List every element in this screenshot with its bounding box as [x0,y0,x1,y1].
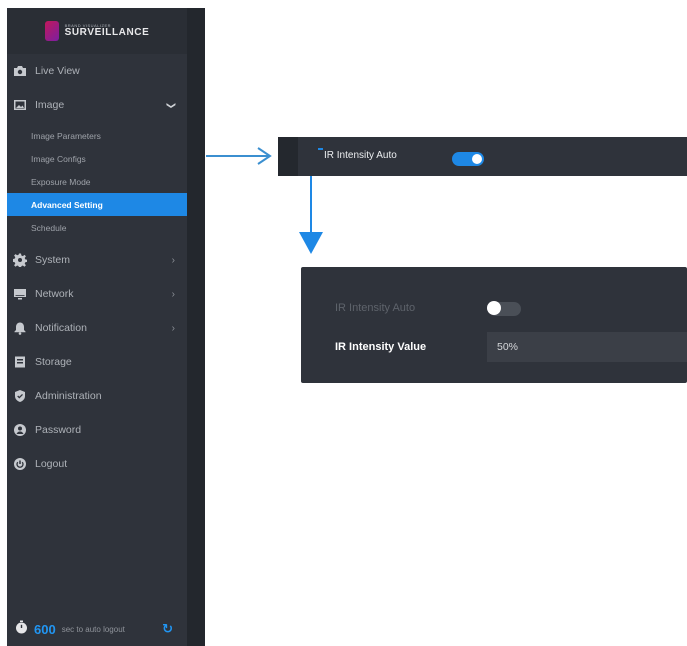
sidebar-item-label: Live View [35,65,80,77]
image-icon [13,98,27,112]
ir-settings-before-panel: IR Intensity Auto [278,137,687,176]
chevron-right-icon: › [171,288,175,300]
sidebar-item-password[interactable]: Password [7,413,187,447]
sidebar-item-label: Logout [35,458,68,470]
submenu-item-image-parameters[interactable]: Image Parameters [7,124,187,147]
power-icon [13,457,27,471]
refresh-icon[interactable]: ↻ [162,621,173,637]
ir-intensity-auto-label: IR Intensity Auto [318,148,397,161]
sidebar-item-label: Administration [35,390,102,402]
storage-icon [13,355,27,369]
bell-icon [13,321,27,335]
sidebar-item-system[interactable]: System › [7,243,187,277]
sidebar-item-notification[interactable]: Notification › [7,311,187,345]
submenu-item-image-configs[interactable]: Image Configs [7,147,187,170]
brand-text: BRAND VISUALIZER SURVEILLANCE [65,24,150,38]
user-icon [13,423,27,437]
brand-header: BRAND VISUALIZER SURVEILLANCE [7,8,187,54]
toggle-knob [487,301,501,315]
arrow-right-icon [206,147,272,165]
sidebar-item-administration[interactable]: Administration [7,379,187,413]
sidebar-item-label: Notification [35,322,87,334]
brand-logo-icon [44,21,59,41]
logout-countdown: 600 [34,621,56,637]
sidebar-item-logout[interactable]: Logout [7,447,187,481]
stopwatch-icon [15,620,28,639]
sidebar-menu: Live View Image ❯ Image Parameters Image… [7,54,187,481]
ir-intensity-auto-toggle[interactable] [452,152,484,166]
logout-countdown-label: sec to auto logout [61,624,125,634]
ir-intensity-auto-label: IR Intensity Auto [335,302,416,314]
sidebar-item-label: Storage [35,356,72,368]
sidebar-item-network[interactable]: Network › [7,277,187,311]
sidebar-item-image[interactable]: Image ❯ [7,88,187,122]
sidebar: BRAND VISUALIZER SURVEILLANCE Live View … [7,8,205,646]
ir-settings-after-panel: IR Intensity Auto IR Intensity Value 50% [301,267,687,383]
ir-intensity-value-label: IR Intensity Value [335,341,427,353]
chevron-down-icon: ❯ [166,101,177,109]
sidebar-item-live-view[interactable]: Live View [7,54,187,88]
sidebar-item-label: System [35,254,71,266]
ir-intensity-value-field[interactable]: 50% [487,332,687,362]
image-submenu: Image Parameters Image Configs Exposure … [7,122,187,243]
camera-icon [13,64,27,78]
submenu-item-advanced-setting[interactable]: Advanced Setting [7,193,187,216]
monitor-icon [13,287,27,301]
shield-icon [13,389,27,403]
brand-name: SURVEILLANCE [64,27,150,38]
chevron-right-icon: › [171,322,175,334]
auto-logout-timer: 600 sec to auto logout ↻ [7,612,187,646]
sidebar-item-label: Password [35,424,82,436]
submenu-item-exposure-mode[interactable]: Exposure Mode [7,170,187,193]
sidebar-item-label: Network [35,288,74,300]
gear-icon [13,253,27,267]
ir-intensity-auto-toggle[interactable] [487,301,521,316]
toggle-knob [472,154,482,164]
sidebar-item-label: Image [35,99,65,111]
submenu-item-schedule[interactable]: Schedule [7,216,187,239]
sidebar-item-storage[interactable]: Storage [7,345,187,379]
chevron-right-icon: › [171,254,175,266]
